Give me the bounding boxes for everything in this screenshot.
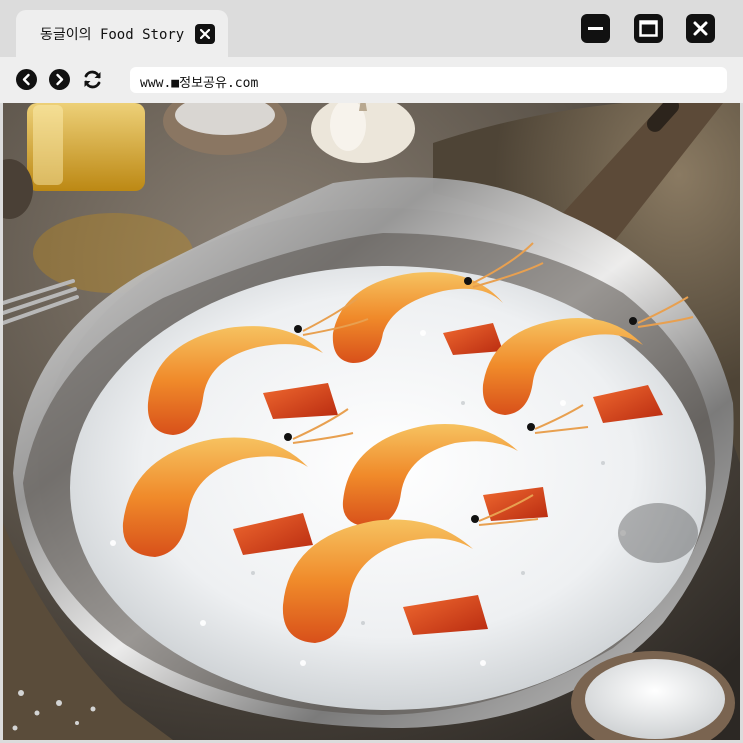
url-text: www.■정보공유.com bbox=[140, 76, 259, 91]
food-photo bbox=[3, 103, 740, 740]
browser-window: 동글이의 Food Story www.■정보공유.com bbox=[0, 0, 743, 743]
minimize-button[interactable] bbox=[581, 14, 610, 43]
back-button[interactable] bbox=[16, 69, 37, 90]
address-bar[interactable]: www.■정보공유.com bbox=[130, 67, 727, 93]
tab-title: 동글이의 Food Story bbox=[40, 27, 185, 43]
tab-close-button[interactable] bbox=[195, 24, 215, 44]
reload-icon bbox=[84, 70, 101, 89]
close-icon bbox=[200, 29, 210, 39]
chevron-right-icon bbox=[49, 69, 70, 90]
window-close-button[interactable] bbox=[686, 14, 715, 43]
minimize-icon bbox=[588, 27, 603, 30]
chevron-left-icon bbox=[16, 69, 37, 90]
title-bar: 동글이의 Food Story bbox=[0, 0, 743, 57]
reload-button[interactable] bbox=[82, 69, 103, 90]
navigation-bar: www.■정보공유.com bbox=[0, 57, 743, 103]
browser-tab[interactable]: 동글이의 Food Story bbox=[16, 10, 228, 57]
forward-button[interactable] bbox=[49, 69, 70, 90]
close-icon bbox=[693, 21, 708, 36]
maximize-icon bbox=[639, 20, 658, 37]
page-content bbox=[3, 103, 740, 740]
maximize-button[interactable] bbox=[634, 14, 663, 43]
